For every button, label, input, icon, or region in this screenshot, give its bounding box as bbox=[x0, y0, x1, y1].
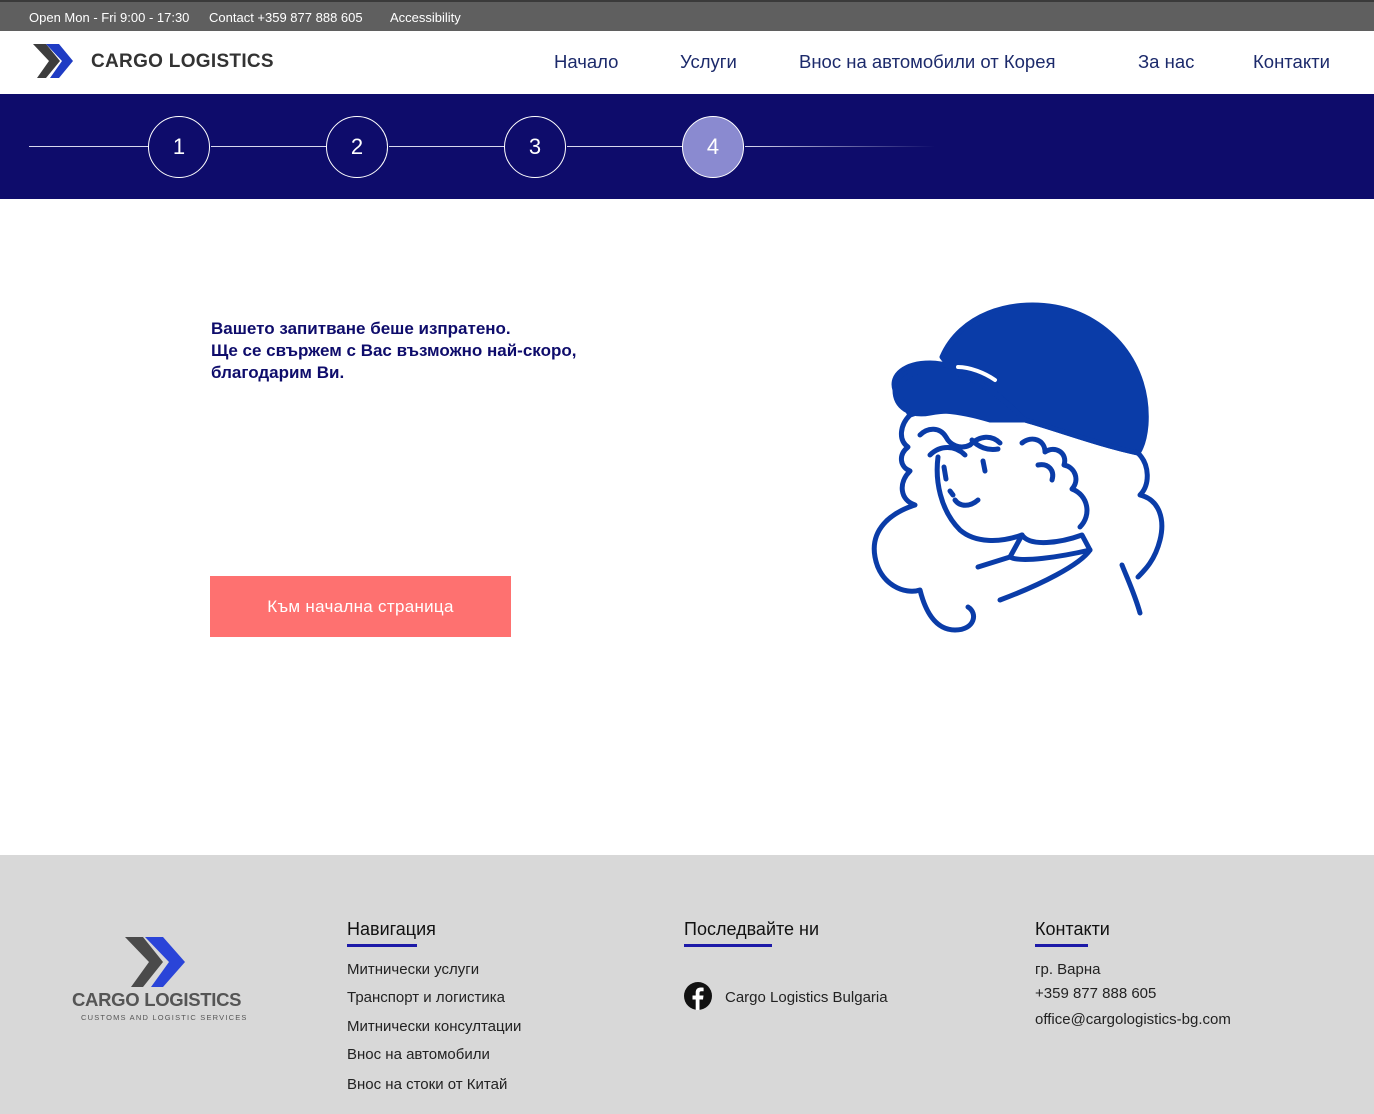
contact-phone-link[interactable]: +359 877 888 605 bbox=[1035, 985, 1156, 1002]
footer-brand-tagline: CUSTOMS AND LOGISTIC SERVICES bbox=[81, 1013, 248, 1022]
heading-underline bbox=[684, 944, 772, 947]
contact-phone[interactable]: Contact +359 877 888 605 bbox=[209, 10, 363, 25]
footer-follow-heading: Последвайте ни bbox=[684, 919, 820, 939]
nav-item-contacts[interactable]: Контакти bbox=[1253, 51, 1330, 73]
footer-contacts-heading: Контакти bbox=[1035, 919, 1110, 939]
contact-email-link[interactable]: office@cargologistics-bg.com bbox=[1035, 1011, 1231, 1028]
site-footer: CARGO LOGISTICS CUSTOMS AND LOGISTIC SER… bbox=[0, 855, 1374, 1114]
back-to-home-button[interactable]: Към начална страница bbox=[210, 576, 511, 637]
step-4-active: 4 bbox=[682, 116, 744, 178]
top-info-bar: Open Mon - Fri 9:00 - 17:30 Contact +359… bbox=[0, 0, 1374, 31]
contact-city: гр. Варна bbox=[1035, 961, 1101, 978]
facebook-icon[interactable] bbox=[684, 982, 712, 1010]
nav-item-home[interactable]: Начало bbox=[554, 51, 618, 73]
step-connector bbox=[29, 146, 148, 147]
girl-with-cap-illustration bbox=[871, 302, 1165, 633]
step-connector bbox=[567, 146, 682, 147]
footer-brand-name: CARGO LOGISTICS bbox=[72, 989, 242, 1010]
step-connector bbox=[389, 146, 504, 147]
nav-item-korea-cars[interactable]: Внос на автомобили от Корея bbox=[799, 51, 1056, 73]
logo-chevron-icon[interactable] bbox=[33, 44, 75, 78]
accessibility-link[interactable]: Accessibility bbox=[390, 10, 461, 25]
footer-link-consulting[interactable]: Митнически консултации bbox=[347, 1018, 521, 1035]
footer-link-customs[interactable]: Митнически услуги bbox=[347, 961, 479, 978]
footer-link-transport[interactable]: Транспорт и логистика bbox=[347, 989, 505, 1006]
nav-item-about[interactable]: За нас bbox=[1138, 51, 1194, 73]
progress-stepper: 1 2 3 4 bbox=[0, 94, 1374, 199]
step-connector-fade bbox=[745, 146, 935, 147]
opening-hours: Open Mon - Fri 9:00 - 17:30 bbox=[29, 10, 190, 25]
step-3: 3 bbox=[504, 116, 566, 178]
nav-item-services[interactable]: Услуги bbox=[680, 51, 737, 73]
site-header: CARGO LOGISTICS Начало Услуги Внос на ав… bbox=[0, 31, 1374, 94]
footer-nav-heading: Навигация bbox=[347, 919, 436, 939]
brand-name[interactable]: CARGO LOGISTICS bbox=[91, 51, 274, 73]
footer-link-china-import[interactable]: Внос на стоки от Китай bbox=[347, 1076, 507, 1093]
footer-logo-chevron-icon[interactable] bbox=[125, 937, 189, 987]
step-connector bbox=[211, 146, 326, 147]
step-1: 1 bbox=[148, 116, 210, 178]
facebook-page-link[interactable]: Cargo Logistics Bulgaria bbox=[725, 989, 888, 1006]
message-line: Ще се свържем с Вас възможно най-скоро, bbox=[211, 341, 577, 360]
message-line: благодарим Ви. bbox=[211, 363, 345, 382]
confirmation-message: Вашето запитване беше изпратено. Ще се с… bbox=[211, 318, 576, 384]
heading-underline bbox=[1035, 944, 1088, 947]
message-line: Вашето запитване беше изпратено. bbox=[211, 319, 511, 338]
heading-underline bbox=[347, 944, 417, 947]
footer-link-car-import[interactable]: Внос на автомобили bbox=[347, 1046, 490, 1063]
step-2: 2 bbox=[326, 116, 388, 178]
